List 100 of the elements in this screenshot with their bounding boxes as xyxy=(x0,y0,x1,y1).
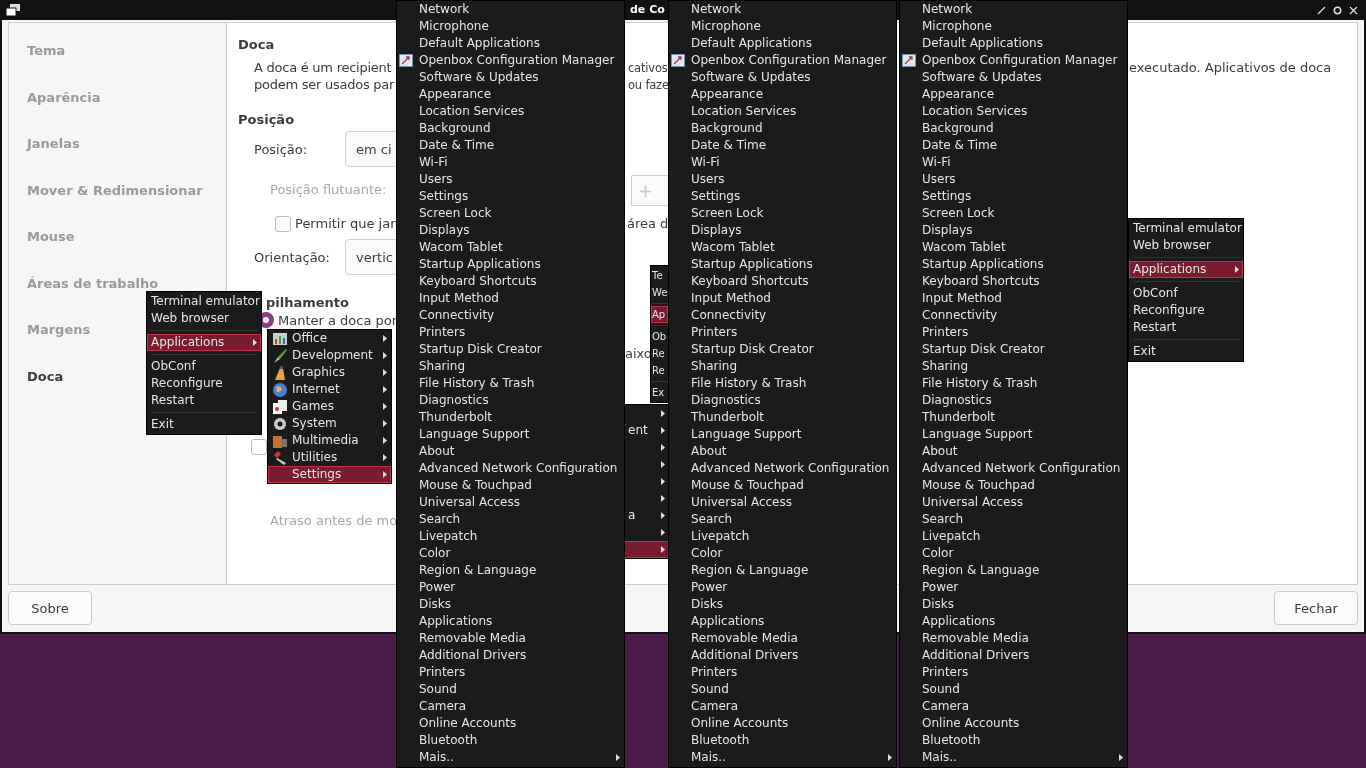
menu-item[interactable]: Connectivity xyxy=(397,307,624,324)
menu-item[interactable]: Removable Media xyxy=(669,630,896,647)
menu-item[interactable]: Web browser xyxy=(147,310,261,327)
menu-item[interactable]: Ob xyxy=(651,328,668,345)
menu-item[interactable]: Network xyxy=(900,1,1127,18)
menu-item[interactable]: Date & Time xyxy=(669,137,896,154)
menu-item[interactable]: Reconfigure xyxy=(147,375,261,392)
menu-item[interactable]: Power xyxy=(397,579,624,596)
menu-item[interactable]: ObConf xyxy=(1129,285,1243,302)
menu-item[interactable]: Region & Language xyxy=(669,562,896,579)
menu-item[interactable]: Language Support xyxy=(669,426,896,443)
menu-item[interactable]: Disks xyxy=(397,596,624,613)
menu-item[interactable]: Keyboard Shortcuts xyxy=(397,273,624,290)
menu-item[interactable]: Internet xyxy=(268,381,391,398)
menu-item[interactable]: Printers xyxy=(900,324,1127,341)
menu-item[interactable]: Background xyxy=(900,120,1127,137)
menu-item[interactable]: Wacom Tablet xyxy=(900,239,1127,256)
menu-item[interactable]: Removable Media xyxy=(900,630,1127,647)
menu-item[interactable]: Additional Drivers xyxy=(397,647,624,664)
menu-item[interactable]: Power xyxy=(900,579,1127,596)
menu-item[interactable]: Thunderbolt xyxy=(397,409,624,426)
menu-item[interactable]: Ap xyxy=(651,306,668,323)
menu-item[interactable]: Wi-Fi xyxy=(900,154,1127,171)
menu-item[interactable]: Advanced Network Configuration xyxy=(669,460,896,477)
close-button[interactable]: Fechar xyxy=(1274,591,1358,625)
menu-item[interactable]: Applications xyxy=(1129,261,1243,278)
menu-item[interactable]: Web browser xyxy=(1129,237,1243,254)
menu-item[interactable]: Software & Updates xyxy=(900,69,1127,86)
menu-item[interactable]: File History & Trash xyxy=(900,375,1127,392)
menu-item[interactable]: Search xyxy=(900,511,1127,528)
menu-item[interactable]: Keyboard Shortcuts xyxy=(900,273,1127,290)
menu-item[interactable]: Mouse & Touchpad xyxy=(900,477,1127,494)
menu-item[interactable]: Startup Disk Creator xyxy=(900,341,1127,358)
menu-item[interactable]: Network xyxy=(669,1,896,18)
menu-item[interactable]: Diagnostics xyxy=(900,392,1127,409)
menu-item[interactable]: Te xyxy=(651,267,668,284)
menu-item[interactable]: Appearance xyxy=(669,86,896,103)
menu-item[interactable]: Thunderbolt xyxy=(669,409,896,426)
menu-item[interactable]: Universal Access xyxy=(669,494,896,511)
menu-item[interactable]: Startup Applications xyxy=(900,256,1127,273)
menu-item[interactable]: Software & Updates xyxy=(397,69,624,86)
menu-item[interactable]: Appearance xyxy=(900,86,1127,103)
menu-item[interactable]: Applications xyxy=(397,613,624,630)
about-button[interactable]: Sobre xyxy=(8,591,92,625)
menu-item[interactable]: Wacom Tablet xyxy=(669,239,896,256)
menu-item[interactable]: Location Services xyxy=(900,103,1127,120)
menu-item[interactable]: Sharing xyxy=(900,358,1127,375)
menu-item[interactable]: Settings xyxy=(268,466,391,483)
menu-item[interactable]: Color xyxy=(397,545,624,562)
menu-item[interactable]: Background xyxy=(669,120,896,137)
menu-item[interactable]: Sound xyxy=(397,681,624,698)
menu-item[interactable]: Appearance xyxy=(397,86,624,103)
menu-item[interactable]: Color xyxy=(900,545,1127,562)
menu-item[interactable]: Bluetooth xyxy=(397,732,624,749)
menu-item[interactable]: Ex xyxy=(651,384,668,401)
menu-item[interactable]: Office xyxy=(268,330,391,347)
menu-item[interactable]: Diagnostics xyxy=(397,392,624,409)
menu-item[interactable]: About xyxy=(669,443,896,460)
menu-item[interactable]: Openbox Configuration Manager xyxy=(900,52,1127,69)
menu-item[interactable]: Online Accounts xyxy=(397,715,624,732)
menu-item[interactable]: Applications xyxy=(147,334,261,351)
menu-item[interactable]: File History & Trash xyxy=(669,375,896,392)
menu-item[interactable]: Advanced Network Configuration xyxy=(900,460,1127,477)
menu-item[interactable]: Startup Applications xyxy=(669,256,896,273)
menu-item[interactable]: Power xyxy=(669,579,896,596)
menu-item[interactable]: a xyxy=(623,507,669,524)
menu-item[interactable]: Color xyxy=(669,545,896,562)
menu-item[interactable]: ent xyxy=(623,422,669,439)
menu-item[interactable]: Applications xyxy=(900,613,1127,630)
menu-item[interactable]: Sound xyxy=(669,681,896,698)
menu-item[interactable]: Network xyxy=(397,1,624,18)
menu-item[interactable]: Disks xyxy=(900,596,1127,613)
menu-item[interactable]: Settings xyxy=(900,188,1127,205)
menu-item[interactable]: Location Services xyxy=(669,103,896,120)
menu-item[interactable]: Applications xyxy=(669,613,896,630)
menu-item[interactable]: Mais.. xyxy=(397,749,624,766)
menu-item[interactable]: Online Accounts xyxy=(900,715,1127,732)
menu-item[interactable]: Language Support xyxy=(900,426,1127,443)
menu-item[interactable]: Input Method xyxy=(900,290,1127,307)
menu-item[interactable]: Region & Language xyxy=(900,562,1127,579)
menu-item[interactable]: Microphone xyxy=(669,18,896,35)
menu-item[interactable]: Connectivity xyxy=(900,307,1127,324)
menu-item[interactable]: Additional Drivers xyxy=(900,647,1127,664)
menu-item[interactable]: Printers xyxy=(669,664,896,681)
menu-item[interactable]: Terminal emulator xyxy=(147,293,261,310)
menu-item[interactable]: Livepatch xyxy=(900,528,1127,545)
menu-item[interactable]: Printers xyxy=(397,664,624,681)
menu-item[interactable]: Universal Access xyxy=(900,494,1127,511)
menu-item[interactable]: Screen Lock xyxy=(669,205,896,222)
menu-item[interactable]: Search xyxy=(669,511,896,528)
menu-item[interactable]: Keyboard Shortcuts xyxy=(669,273,896,290)
menu-item[interactable]: Input Method xyxy=(669,290,896,307)
menu-item[interactable]: Sound xyxy=(900,681,1127,698)
menu-item[interactable]: Displays xyxy=(397,222,624,239)
menu-item[interactable]: About xyxy=(900,443,1127,460)
menu-item[interactable]: Default Applications xyxy=(397,35,624,52)
menu-item[interactable]: Displays xyxy=(900,222,1127,239)
menu-item[interactable]: Wi-Fi xyxy=(669,154,896,171)
menu-item[interactable]: Livepatch xyxy=(669,528,896,545)
menu-item[interactable]: Games xyxy=(268,398,391,415)
